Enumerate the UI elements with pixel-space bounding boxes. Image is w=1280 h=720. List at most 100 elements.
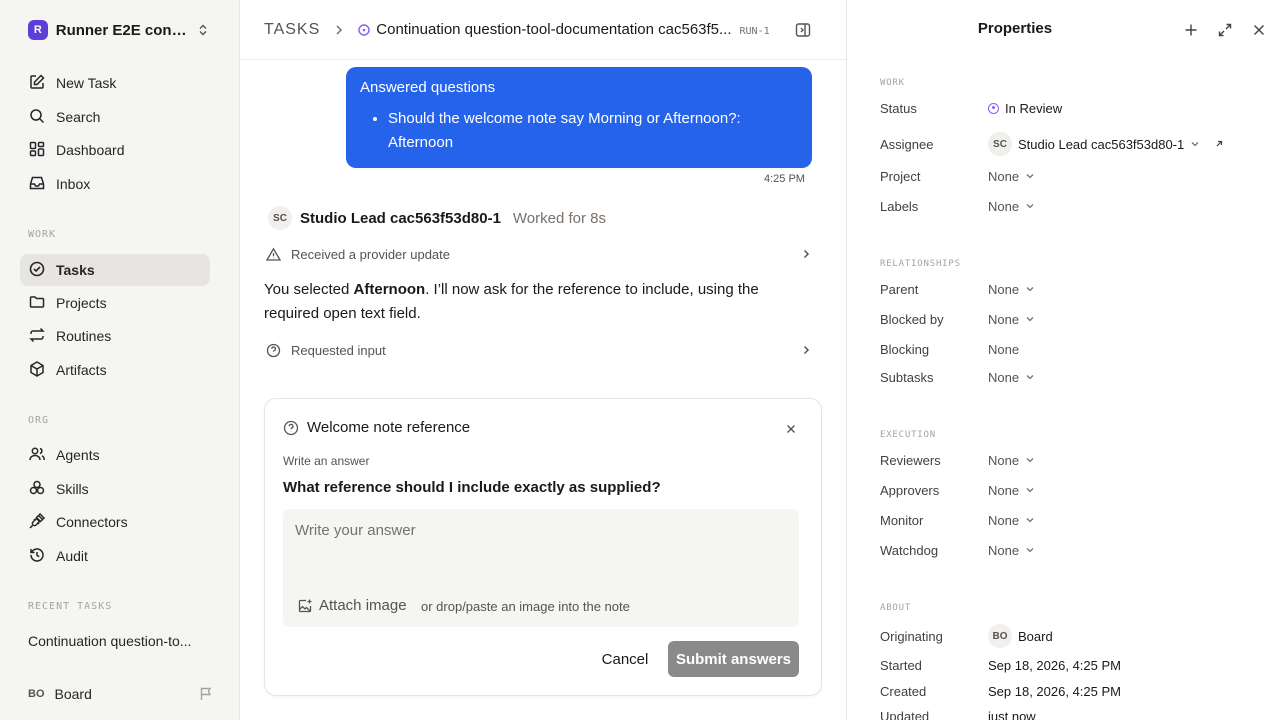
property-label: Started xyxy=(880,657,922,673)
dashboard-icon xyxy=(28,140,46,161)
property-approvers: Approvers None xyxy=(880,480,1270,500)
attach-image-button[interactable]: Attach image xyxy=(297,597,407,614)
recent-task-item[interactable]: Continuation question-to... xyxy=(28,633,208,649)
parent-value: None xyxy=(988,281,1020,297)
monitor-select[interactable]: None xyxy=(988,513,1035,528)
sidebar-item-agents[interactable]: Agents xyxy=(20,439,210,471)
requested-input-event[interactable]: Requested input xyxy=(266,338,812,362)
avatar: BO xyxy=(988,624,1012,648)
section-label-work: WORK xyxy=(28,229,57,240)
property-reviewers: Reviewers None xyxy=(880,450,1270,470)
property-labels: Labels None xyxy=(880,196,1270,216)
blocking-value: None xyxy=(988,341,1020,357)
cube-icon xyxy=(28,360,46,381)
property-label: Created xyxy=(880,683,927,699)
submit-answers-button[interactable]: Submit answers xyxy=(668,641,799,677)
answered-questions-title: Answered questions xyxy=(360,79,496,96)
chevron-up-down-icon xyxy=(196,23,210,37)
avatar: SC xyxy=(988,132,1012,156)
message-text: You selected xyxy=(264,281,354,298)
sidebar-item-projects[interactable]: Projects xyxy=(20,287,210,319)
property-label: Reviewers xyxy=(880,452,941,468)
chevron-down-icon xyxy=(1025,372,1035,382)
plug-icon xyxy=(28,512,46,533)
subtasks-value: None xyxy=(988,369,1020,385)
sidebar-item-tasks[interactable]: Tasks xyxy=(20,254,210,286)
approvers-select[interactable]: None xyxy=(988,483,1035,498)
watchdog-select[interactable]: None xyxy=(988,543,1035,558)
project-value: None xyxy=(988,168,1020,184)
assignee-select[interactable]: SC Studio Lead cac563f53d80-1 xyxy=(988,132,1200,156)
sidebar-item-connectors[interactable]: Connectors xyxy=(20,506,210,538)
property-label: Blocking xyxy=(880,341,930,357)
property-label: Subtasks xyxy=(880,369,934,385)
sidebar-item-dashboard[interactable]: Dashboard xyxy=(20,134,210,166)
property-watchdog: Watchdog None xyxy=(880,540,1270,560)
warning-icon xyxy=(266,247,281,262)
blocked-by-select[interactable]: None xyxy=(988,312,1035,327)
plus-icon[interactable] xyxy=(1183,22,1199,38)
watchdog-value: None xyxy=(988,542,1020,558)
property-label: Monitor xyxy=(880,512,924,528)
expand-icon[interactable] xyxy=(1217,22,1233,38)
sidebar-item-label: Audit xyxy=(56,548,88,564)
assignee-value: Studio Lead cac563f53d80-1 xyxy=(1018,136,1185,152)
event-label: Received a provider update xyxy=(291,246,450,262)
sidebar-item-routines[interactable]: Routines xyxy=(20,320,210,352)
subtasks-select[interactable]: None xyxy=(988,370,1035,385)
property-label: Blocked by xyxy=(880,311,944,327)
agent-message: You selected Afternoon. I’ll now ask for… xyxy=(264,278,804,326)
sidebar-item-label: Inbox xyxy=(56,176,91,192)
created-value: Sep 18, 2026, 4:25 PM xyxy=(988,683,1121,699)
project-select[interactable]: None xyxy=(988,169,1035,184)
updated-value: just now xyxy=(988,708,1036,720)
chevron-down-icon xyxy=(1025,515,1035,525)
question-card-title: Welcome note reference xyxy=(307,419,471,436)
attach-hint: or drop/paste an image into the note xyxy=(421,599,630,614)
property-created: Created Sep 18, 2026, 4:25 PM xyxy=(880,681,1270,701)
property-assignee: Assignee SC Studio Lead cac563f53d80-1 xyxy=(880,132,1270,156)
chevron-down-icon xyxy=(1025,201,1035,211)
panel-toggle-icon[interactable] xyxy=(795,22,811,43)
chevron-down-icon xyxy=(1025,314,1035,324)
reviewers-select[interactable]: None xyxy=(988,453,1035,468)
sidebar-item-artifacts[interactable]: Artifacts xyxy=(20,354,210,386)
flag-icon[interactable] xyxy=(198,686,214,702)
answer-input[interactable] xyxy=(295,517,785,543)
users-icon xyxy=(28,445,46,466)
property-originating: Originating BO Board xyxy=(880,624,1270,648)
section-label-work: WORK xyxy=(880,78,905,88)
question-mode-label: Write an answer xyxy=(283,454,370,468)
sidebar-item-new-task[interactable]: New Task xyxy=(20,67,210,99)
sidebar-item-skills[interactable]: Skills xyxy=(20,473,210,505)
chevron-down-icon xyxy=(1025,171,1035,181)
sidebar-item-audit[interactable]: Audit xyxy=(20,540,210,572)
status-in-review-icon xyxy=(358,23,370,36)
sidebar-item-search[interactable]: Search xyxy=(20,101,210,133)
sidebar-item-label: Tasks xyxy=(56,262,95,278)
folder-icon xyxy=(28,293,46,314)
sidebar-item-inbox[interactable]: Inbox xyxy=(20,168,210,200)
property-label: Parent xyxy=(880,281,919,297)
workspace-switcher[interactable]: R Runner E2E conti... xyxy=(20,14,216,46)
close-icon[interactable] xyxy=(1251,22,1267,38)
breadcrumb-tasks-link[interactable]: TASKS xyxy=(264,21,320,39)
blocked-by-value: None xyxy=(988,311,1020,327)
reviewers-value: None xyxy=(988,452,1020,468)
close-icon[interactable] xyxy=(785,423,797,435)
page-title: Continuation question-tool-documentation… xyxy=(376,21,732,38)
labels-select[interactable]: None xyxy=(988,199,1035,214)
question-card-header: Welcome note reference xyxy=(283,419,470,436)
property-label: Status xyxy=(880,100,917,116)
task-main-panel: TASKS Continuation question-tool-documen… xyxy=(240,0,846,720)
cancel-button[interactable]: Cancel xyxy=(591,642,659,676)
external-link-icon[interactable] xyxy=(1214,139,1224,149)
check-circle-icon xyxy=(28,260,46,281)
provider-update-event[interactable]: Received a provider update xyxy=(266,242,812,266)
question-card: Welcome note reference Write an answer W… xyxy=(264,398,822,696)
property-label: Project xyxy=(880,168,921,184)
user-row[interactable]: BO Board xyxy=(28,682,214,706)
parent-select[interactable]: None xyxy=(988,282,1035,297)
status-select[interactable]: In Review xyxy=(988,101,1062,116)
breadcrumb: TASKS Continuation question-tool-documen… xyxy=(240,0,846,60)
